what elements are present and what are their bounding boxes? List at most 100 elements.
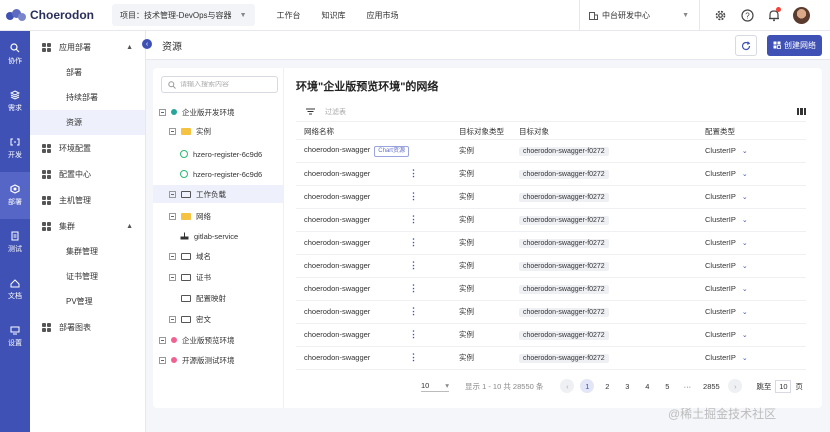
org-selector[interactable]: 中台研发中心 ▼ [579, 0, 700, 31]
nav-workbench[interactable]: 工作台 [277, 10, 301, 21]
network-name[interactable]: choerodon-swagger [304, 238, 370, 247]
menu-item-continuous-deploy[interactable]: 持续部署 [30, 85, 145, 110]
page-button[interactable]: 4 [640, 379, 654, 393]
config-type-cell[interactable]: ClusterIP ⌄ [704, 277, 806, 301]
more-actions-icon[interactable]: ⋮ [409, 283, 418, 293]
config-type-cell[interactable]: ClusterIP ⌄ [704, 346, 806, 370]
chevron-down-icon[interactable]: ⌄ [742, 355, 748, 362]
bell-icon[interactable] [766, 7, 782, 23]
collapse-toggle-icon[interactable] [169, 252, 176, 260]
rail-item-test[interactable]: 测试 [0, 219, 30, 266]
create-network-button[interactable]: 创建网络 [767, 35, 822, 56]
tree-search-field[interactable] [161, 76, 278, 93]
help-icon[interactable]: ? [739, 7, 755, 23]
collapse-menu-button[interactable]: ‹ [142, 39, 152, 49]
more-actions-icon[interactable]: ⋮ [409, 260, 418, 270]
tree-node-env-test[interactable]: 开源版测试环境 [159, 351, 235, 369]
network-name[interactable]: choerodon-swagger [304, 145, 370, 154]
collapse-toggle-icon[interactable] [169, 212, 176, 220]
project-selector[interactable]: 项目：技术管理-DevOps与容器 ▼ [112, 4, 255, 26]
columns-icon[interactable] [797, 108, 806, 115]
network-name[interactable]: choerodon-swagger [304, 353, 370, 362]
config-type-cell[interactable]: ClusterIP ⌄ [704, 323, 806, 347]
gear-icon[interactable] [712, 7, 728, 23]
col-header-target[interactable]: 目标对象 [518, 124, 705, 140]
tree-node-domain[interactable]: 域名 [169, 247, 211, 265]
logo[interactable]: Choerodon [0, 8, 105, 22]
network-name[interactable]: choerodon-swagger [304, 169, 370, 178]
tree-search-input[interactable] [180, 81, 270, 88]
page-button[interactable]: 3 [620, 379, 634, 393]
table-filter-bar[interactable]: 过滤表 [296, 102, 806, 122]
collapse-toggle-icon[interactable] [169, 190, 176, 198]
chevron-down-icon[interactable]: ⌄ [742, 217, 748, 224]
chevron-down-icon[interactable]: ⌄ [742, 194, 748, 201]
tree-node-workloads[interactable]: 工作负载 [153, 185, 283, 203]
config-type-cell[interactable]: ClusterIP ⌄ [704, 185, 806, 209]
tree-node-env-dev[interactable]: 企业版开发环境 [159, 103, 235, 121]
page-button-current[interactable]: 1 [580, 379, 595, 393]
menu-item-deploy[interactable]: 部署 [30, 60, 145, 85]
config-type-cell[interactable]: ClusterIP ⌄ [704, 300, 806, 324]
menu-group-app-deploy[interactable]: 应用部署 ▲ [30, 34, 145, 60]
menu-group-host-mgmt[interactable]: 主机管理 [30, 187, 145, 213]
rail-item-collab[interactable]: 协作 [0, 31, 30, 78]
network-name-cell[interactable]: choerodon-swagger [296, 208, 409, 232]
refresh-button[interactable] [735, 35, 757, 56]
menu-item-resources[interactable]: 资源 [30, 110, 145, 135]
rail-item-deploy[interactable]: 部署 [0, 172, 30, 219]
more-actions-icon[interactable]: ⋮ [409, 191, 418, 201]
rail-item-requirement[interactable]: 需求 [0, 78, 30, 125]
avatar[interactable] [793, 7, 810, 24]
network-name-cell[interactable]: choerodon-swagger [296, 277, 409, 301]
network-name-cell[interactable]: choerodon-swagger Chart资源 [296, 139, 409, 163]
menu-group-config-center[interactable]: 配置中心 [30, 161, 145, 187]
page-button[interactable]: 2 [600, 379, 614, 393]
page-button[interactable]: 5 [660, 379, 674, 393]
col-header-target-type[interactable]: 目标对象类型 [458, 124, 519, 140]
tree-node-instances[interactable]: 实例 [169, 122, 211, 140]
network-name[interactable]: choerodon-swagger [304, 261, 370, 270]
network-name-cell[interactable]: choerodon-swagger [296, 185, 409, 209]
chevron-down-icon[interactable]: ⌄ [742, 332, 748, 339]
more-actions-icon[interactable]: ⋮ [409, 237, 418, 247]
prev-page-button[interactable]: ‹ [560, 379, 575, 393]
page-button-last[interactable]: 2855 [700, 379, 722, 393]
network-name[interactable]: choerodon-swagger [304, 284, 370, 293]
collapse-toggle-icon[interactable] [159, 108, 166, 116]
network-name-cell[interactable]: choerodon-swagger [296, 346, 409, 370]
network-name-cell[interactable]: choerodon-swagger [296, 323, 409, 347]
nav-app-market[interactable]: 应用市场 [367, 10, 399, 21]
config-type-cell[interactable]: ClusterIP ⌄ [704, 139, 806, 163]
collapse-toggle-icon[interactable] [159, 336, 166, 344]
menu-item-pv-mgmt[interactable]: PV管理 [30, 289, 145, 314]
tree-node-instance[interactable]: hzero-register-6c9d6 [180, 145, 262, 163]
chevron-down-icon[interactable]: ⌄ [742, 171, 748, 178]
chevron-down-icon[interactable]: ⌄ [742, 263, 748, 270]
menu-item-cert-mgmt[interactable]: 证书管理 [30, 264, 145, 289]
network-name-cell[interactable]: choerodon-swagger [296, 162, 409, 186]
config-type-cell[interactable]: ClusterIP ⌄ [704, 208, 806, 232]
network-name-cell[interactable]: choerodon-swagger [296, 300, 409, 324]
nav-knowledge[interactable]: 知识库 [322, 10, 346, 21]
more-actions-icon[interactable]: ⋮ [409, 329, 418, 339]
tree-node-network[interactable]: 网络 [169, 207, 211, 225]
collapse-toggle-icon[interactable] [159, 356, 166, 364]
config-type-cell[interactable]: ClusterIP ⌄ [704, 231, 806, 255]
config-type-cell[interactable]: ClusterIP ⌄ [704, 162, 806, 186]
tree-node-env-preview[interactable]: 企业版预览环境 [159, 331, 235, 349]
more-actions-icon[interactable]: ⋮ [409, 214, 418, 224]
collapse-toggle-icon[interactable] [169, 127, 176, 135]
col-header-name[interactable]: 网络名称 [296, 124, 409, 140]
network-name[interactable]: choerodon-swagger [304, 215, 370, 224]
collapse-toggle-icon[interactable] [169, 273, 176, 281]
config-type-cell[interactable]: ClusterIP ⌄ [704, 254, 806, 278]
menu-group-cluster[interactable]: 集群 ▲ [30, 213, 145, 239]
network-name-cell[interactable]: choerodon-swagger [296, 231, 409, 255]
chevron-down-icon[interactable]: ⌄ [742, 286, 748, 293]
page-ellipsis[interactable]: ··· [680, 379, 694, 393]
network-name[interactable]: choerodon-swagger [304, 192, 370, 201]
tree-node-secret[interactable]: 密文 [169, 310, 211, 328]
rail-item-doc[interactable]: 文档 [0, 266, 30, 313]
next-page-button[interactable]: › [728, 379, 743, 393]
